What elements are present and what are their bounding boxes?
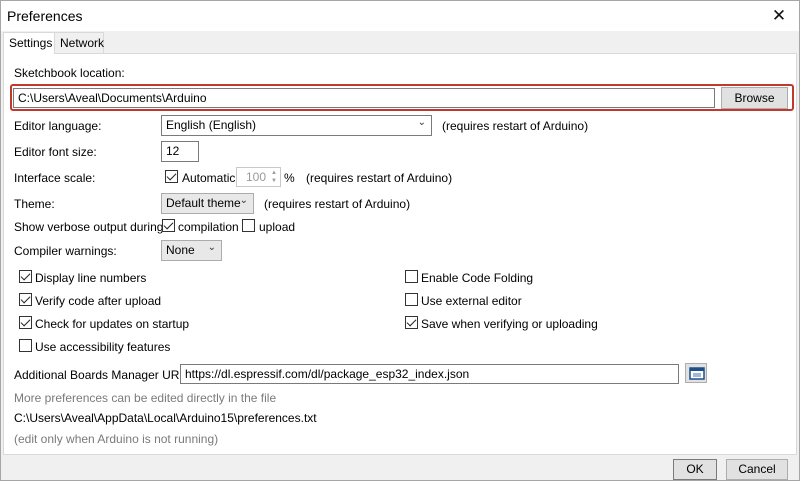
tab-network[interactable]: Network bbox=[54, 32, 104, 53]
editor-language-label: Editor language: bbox=[14, 119, 102, 133]
verbose-upload-checkbox[interactable] bbox=[242, 219, 255, 232]
verbose-output-label: Show verbose output during: bbox=[14, 220, 167, 234]
title-bar: Preferences ✕ bbox=[1, 1, 799, 31]
verbose-compilation-checkbox[interactable] bbox=[162, 219, 175, 232]
option-save-when-verifying-label: Save when verifying or uploading bbox=[421, 317, 598, 331]
theme-select[interactable]: Default theme ⌄ bbox=[161, 193, 254, 214]
chevron-down-icon: ⌄ bbox=[239, 195, 248, 206]
option-accessibility-label: Use accessibility features bbox=[35, 340, 171, 354]
option-check-updates-checkbox[interactable] bbox=[19, 316, 32, 329]
verbose-upload-label: upload bbox=[259, 220, 296, 234]
verbose-compilation-label: compilation bbox=[178, 220, 239, 234]
browse-button[interactable]: Browse bbox=[721, 87, 788, 109]
editor-language-value: English (English) bbox=[166, 118, 257, 132]
chevron-down-icon: ⌄ bbox=[417, 117, 426, 128]
ok-button[interactable]: OK bbox=[673, 459, 717, 480]
option-code-folding-label: Enable Code Folding bbox=[421, 271, 534, 285]
option-verify-after-upload-label: Verify code after upload bbox=[35, 294, 162, 308]
theme-note: (requires restart of Arduino) bbox=[264, 197, 411, 211]
option-external-editor-checkbox[interactable] bbox=[405, 293, 418, 306]
interface-scale-spinner[interactable]: ▲ ▼ bbox=[269, 169, 279, 185]
option-code-folding-checkbox[interactable] bbox=[405, 270, 418, 283]
sketchbook-location-input[interactable]: C:\Users\Aveal\Documents\Arduino bbox=[13, 88, 715, 108]
settings-panel: Sketchbook location: C:\Users\Aveal\Docu… bbox=[3, 53, 797, 455]
option-accessibility-checkbox[interactable] bbox=[19, 339, 32, 352]
editor-font-size-label: Editor font size: bbox=[14, 145, 97, 159]
preferences-window: Preferences ✕ Settings Network Sketchboo… bbox=[0, 0, 800, 481]
window-title: Preferences bbox=[7, 8, 83, 24]
compiler-warnings-label: Compiler warnings: bbox=[14, 244, 117, 258]
spinner-down-icon[interactable]: ▼ bbox=[269, 177, 279, 185]
preferences-file-path: C:\Users\Aveal\AppData\Local\Arduino15\p… bbox=[14, 411, 317, 425]
editor-language-select[interactable]: English (English) ⌄ bbox=[161, 115, 432, 136]
window-list-icon-graphic bbox=[689, 367, 705, 380]
tab-settings[interactable]: Settings bbox=[3, 32, 55, 54]
theme-label: Theme: bbox=[14, 197, 55, 211]
edit-only-note: (edit only when Arduino is not running) bbox=[14, 432, 219, 446]
compiler-warnings-select[interactable]: None ⌄ bbox=[161, 240, 222, 261]
editor-font-size-input[interactable]: 12 bbox=[161, 141, 199, 162]
theme-value: Default theme bbox=[166, 196, 241, 210]
compiler-warnings-value: None bbox=[166, 243, 195, 257]
more-preferences-note: More preferences can be edited directly … bbox=[14, 391, 277, 405]
close-icon[interactable]: ✕ bbox=[769, 6, 789, 26]
chevron-down-icon: ⌄ bbox=[207, 242, 216, 253]
option-external-editor-label: Use external editor bbox=[421, 294, 522, 308]
option-display-line-numbers-checkbox[interactable] bbox=[19, 270, 32, 283]
boards-manager-label: Additional Boards Manager URLs: bbox=[14, 368, 196, 382]
option-verify-after-upload-checkbox[interactable] bbox=[19, 293, 32, 306]
interface-scale-unit: % bbox=[284, 171, 295, 185]
window-list-icon[interactable] bbox=[685, 363, 707, 383]
interface-scale-label: Interface scale: bbox=[14, 171, 96, 185]
interface-scale-value: 100 bbox=[245, 170, 266, 184]
option-save-when-verifying-checkbox[interactable] bbox=[405, 316, 418, 329]
option-check-updates-label: Check for updates on startup bbox=[35, 317, 190, 331]
sketchbook-location-label: Sketchbook location: bbox=[14, 66, 125, 80]
boards-manager-urls-input[interactable]: https://dl.espressif.com/dl/package_esp3… bbox=[180, 364, 679, 384]
automatic-scale-label: Automatic bbox=[182, 171, 236, 185]
automatic-scale-checkbox[interactable] bbox=[165, 170, 178, 183]
interface-scale-input[interactable]: 100 ▲ ▼ bbox=[236, 167, 281, 187]
cancel-button[interactable]: Cancel bbox=[726, 459, 788, 480]
option-display-line-numbers-label: Display line numbers bbox=[35, 271, 147, 285]
editor-language-note: (requires restart of Arduino) bbox=[442, 119, 589, 133]
interface-scale-note: (requires restart of Arduino) bbox=[306, 171, 453, 185]
spinner-up-icon[interactable]: ▲ bbox=[269, 169, 279, 177]
